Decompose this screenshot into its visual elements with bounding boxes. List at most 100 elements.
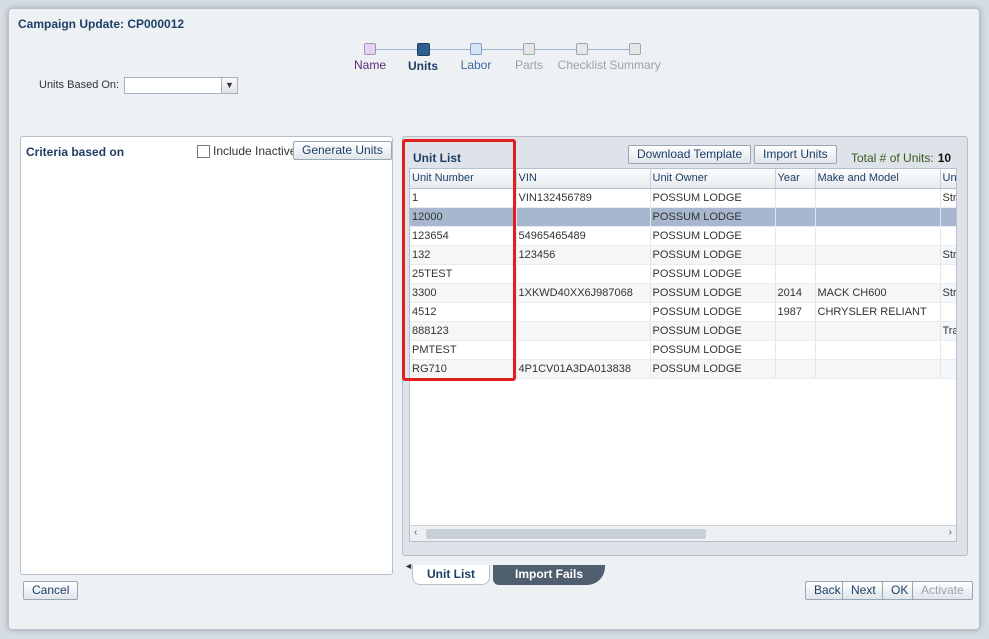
table-cell: POSSUM LODGE (650, 283, 776, 303)
table-cell (775, 321, 816, 341)
table-cell (516, 207, 651, 227)
horizontal-scrollbar[interactable]: ‹ › (410, 525, 956, 541)
step-icon (523, 43, 535, 55)
table-cell (775, 359, 816, 379)
criteria-title: Criteria based on (26, 145, 125, 159)
table-cell: 1XKWD40XX6J987068 (516, 283, 651, 303)
table-cell (940, 340, 956, 360)
tab-import-fails[interactable]: Import Fails (493, 565, 605, 585)
table-row[interactable]: 888123 POSSUM LODGE Tra (410, 321, 956, 341)
table-cell: POSSUM LODGE (650, 264, 776, 284)
table-cell (815, 207, 941, 227)
step-icon (416, 43, 430, 56)
step-icon (470, 43, 482, 55)
table-cell (815, 188, 941, 208)
table-cell: 132 (410, 245, 517, 265)
col-un[interactable]: Un (940, 169, 956, 189)
table-cell: POSSUM LODGE (650, 321, 776, 341)
campaign-update-dialog: Campaign Update: CP000012 Name Units Lab… (8, 8, 980, 630)
table-cell: 54965465489 (516, 226, 651, 246)
step-icon (629, 43, 641, 55)
table-cell (940, 264, 956, 284)
dialog-title: Campaign Update: CP000012 (18, 17, 185, 31)
scroll-left-icon[interactable]: ‹ (414, 527, 417, 538)
table-cell: 123456 (516, 245, 651, 265)
table-row[interactable]: 4512 POSSUM LODGE 1987 CHRYSLER RELIANT (410, 302, 956, 322)
next-button[interactable]: Next (842, 581, 885, 600)
table-cell: 1987 (775, 302, 816, 322)
table-cell: POSSUM LODGE (650, 245, 776, 265)
table-cell: POSSUM LODGE (650, 359, 776, 379)
col-unit-number[interactable]: Unit Number (410, 169, 517, 189)
table-cell (775, 188, 816, 208)
import-units-button[interactable]: Import Units (754, 145, 837, 164)
col-unit-owner[interactable]: Unit Owner (650, 169, 776, 189)
step-label: Labor (460, 58, 492, 72)
unit-list-title: Unit List (413, 151, 461, 165)
table-cell (815, 340, 941, 360)
table-cell: RG710 (410, 359, 517, 379)
table-cell: 123654 (410, 226, 517, 246)
table-row[interactable]: 3300 1XKWD40XX6J987068 POSSUM LODGE 2014 MAC… (410, 283, 956, 303)
table-row[interactable]: PMTEST POSSUM LODGE (410, 340, 956, 360)
table-cell (815, 321, 941, 341)
table-cell (775, 264, 816, 284)
step-icon (364, 43, 376, 55)
train-step-units[interactable]: Units (395, 43, 451, 73)
table-cell (815, 226, 941, 246)
wizard-train: Name Units Labor Parts Checklist Summary (339, 43, 661, 79)
table-cell: 12000 (410, 207, 517, 227)
table-cell: POSSUM LODGE (650, 340, 776, 360)
step-icon (576, 43, 588, 55)
table-cell (775, 207, 816, 227)
table-cell (815, 264, 941, 284)
total-units-label: Total # of Units: (851, 151, 934, 165)
step-label: Checklist (557, 58, 607, 72)
table-header-row: Unit Number VIN Unit Owner Year Make and… (410, 169, 956, 189)
step-label: Name (353, 58, 386, 72)
table-cell: 888123 (410, 321, 517, 341)
table-cell (516, 302, 651, 322)
col-make-model[interactable]: Make and Model (815, 169, 941, 189)
include-inactive-checkbox[interactable] (197, 144, 210, 158)
table-cell: 3300 (410, 283, 517, 303)
table-cell (516, 321, 651, 341)
table-row[interactable]: 25TEST POSSUM LODGE (410, 264, 956, 284)
train-step-name[interactable]: Name (342, 43, 398, 72)
table-cell: 1 (410, 188, 517, 208)
cancel-button[interactable]: Cancel (23, 581, 79, 600)
tab-unit-list[interactable]: Unit List (412, 565, 490, 585)
col-year[interactable]: Year (775, 169, 816, 189)
units-based-on-select[interactable]: ▼ (124, 77, 238, 94)
table-cell (775, 245, 816, 265)
table-row[interactable]: 12000 POSSUM LODGE (410, 207, 956, 227)
table-row[interactable]: RG710 4P1CV01A3DA013838 POSSUM LODGE (410, 359, 956, 379)
table-cell: PMTEST (410, 340, 517, 360)
generate-units-button[interactable]: Generate Units (293, 141, 392, 160)
train-step-summary: Summary (607, 43, 663, 72)
include-inactive[interactable]: Include Inactive (197, 144, 296, 158)
train-step-checklist: Checklist (554, 43, 610, 72)
chevron-down-icon[interactable]: ▼ (221, 78, 237, 93)
train-step-parts: Parts (501, 43, 557, 72)
scroll-right-icon[interactable]: › (949, 527, 952, 538)
train-step-labor[interactable]: Labor (448, 43, 504, 72)
total-units-value: 10 (937, 151, 952, 165)
table-row[interactable]: 123654 54965465489 POSSUM LODGE (410, 226, 956, 246)
table-cell (516, 340, 651, 360)
table-cell: POSSUM LODGE (650, 207, 776, 227)
table-cell: Str (940, 245, 956, 265)
table-cell: POSSUM LODGE (650, 188, 776, 208)
activate-button: Activate (912, 581, 973, 600)
table-row[interactable]: 1 VIN132456789 POSSUM LODGE Str (410, 188, 956, 208)
table-row[interactable]: 132 123456 POSSUM LODGE Str (410, 245, 956, 265)
table-cell: Tra (940, 321, 956, 341)
col-vin[interactable]: VIN (516, 169, 651, 189)
unit-list-panel: Unit List Download Template Import Units… (402, 136, 968, 556)
criteria-panel: Criteria based on Include Inactive Gener… (20, 136, 393, 575)
table-cell: Str (940, 283, 956, 303)
table-cell: CHRYSLER RELIANT (815, 302, 941, 322)
scroll-thumb[interactable] (426, 529, 706, 539)
download-template-button[interactable]: Download Template (628, 145, 752, 164)
table-cell: POSSUM LODGE (650, 226, 776, 246)
